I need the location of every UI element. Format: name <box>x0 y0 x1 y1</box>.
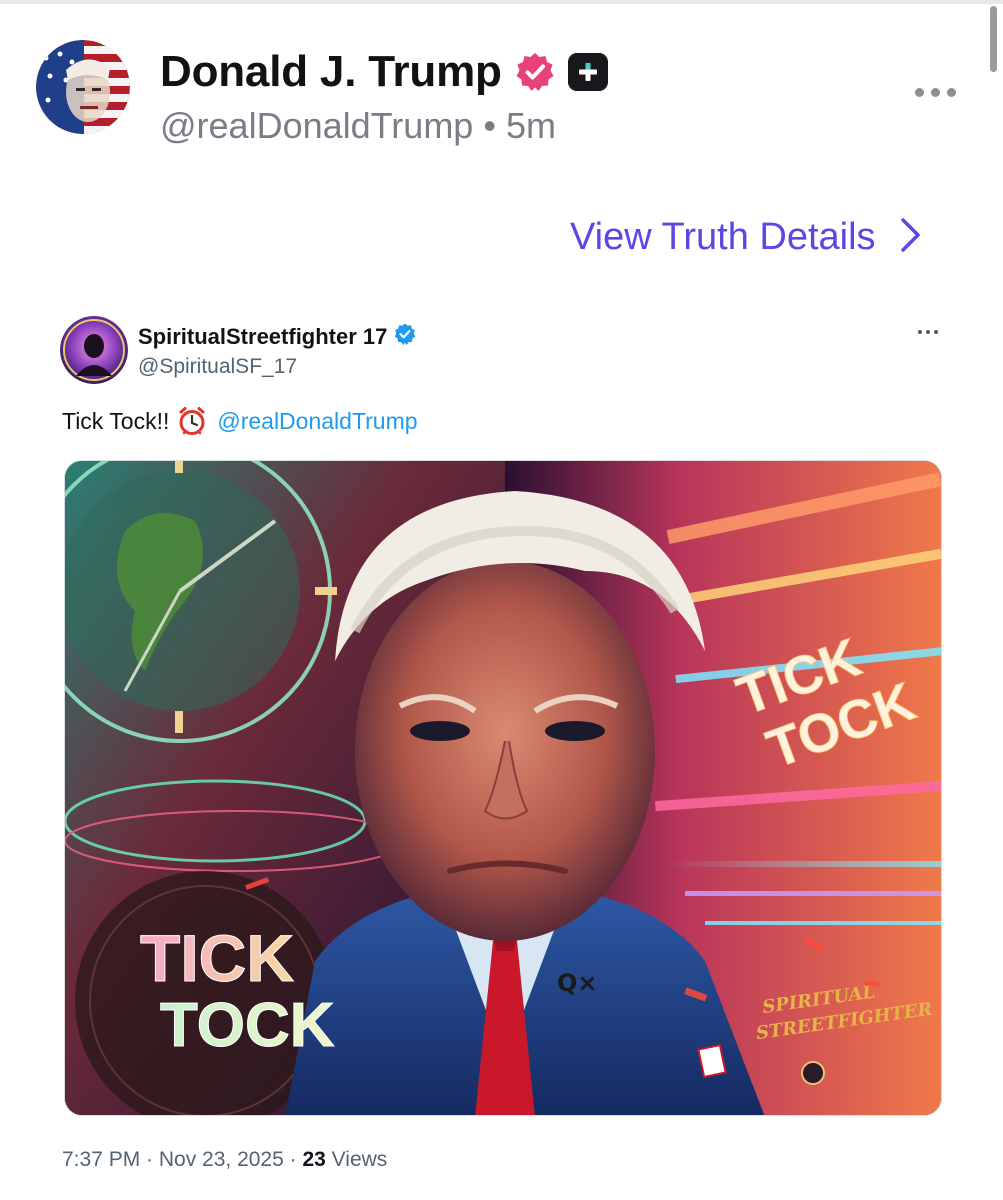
embedded-timestamp[interactable]: 7:37 PM · Nov 23, 2025 · <box>62 1148 297 1171</box>
embedded-handle[interactable]: @SpiritualSF_17 <box>138 354 297 380</box>
author-handle-row: @realDonaldTrump • 5m <box>160 104 556 148</box>
embedded-mention-link[interactable]: @realDonaldTrump <box>217 406 417 436</box>
views-label: Views <box>331 1148 388 1171</box>
alarm-clock-icon <box>177 406 207 436</box>
view-truth-details-link[interactable]: View Truth Details <box>570 214 922 260</box>
view-truth-details-label: View Truth Details <box>570 216 876 258</box>
embedded-text-body: Tick Tock!! <box>62 408 170 434</box>
embedded-display-name[interactable]: SpiritualStreetfighter 17 <box>138 323 387 351</box>
author-avatar[interactable] <box>36 40 130 134</box>
verified-badge-icon <box>514 51 556 93</box>
top-divider <box>0 0 1003 4</box>
truth-header: Donald J. Trump @realDonaldTrump • 5m <box>36 40 976 150</box>
embedded-post-text: Tick Tock!! @realDonaldTrump <box>62 406 418 436</box>
verified-check-icon <box>393 322 417 351</box>
image-tick-left: TICK <box>140 921 294 995</box>
embedded-more-icon[interactable] <box>918 330 938 334</box>
more-options-icon[interactable] <box>915 88 956 97</box>
separator-dot: • <box>483 105 496 146</box>
chevron-right-icon <box>900 217 922 258</box>
embedded-post: SpiritualStreetfighter 17 @SpiritualSF_1… <box>60 312 944 1182</box>
scrollbar[interactable] <box>990 6 997 72</box>
post-time-ago[interactable]: 5m <box>506 105 556 146</box>
image-collar-symbol: Q× <box>557 969 598 997</box>
views-count: 23 <box>302 1148 326 1171</box>
image-tock-left: TOCK <box>160 991 335 1060</box>
post-image[interactable]: TICK TOCK TICK TOCK Q× SPIRITUAL STREETF… <box>64 460 942 1116</box>
plus-badge-icon <box>567 53 608 91</box>
embedded-post-meta: 7:37 PM · Nov 23, 2025 · 23 Views <box>62 1146 387 1174</box>
embedded-author-avatar[interactable] <box>60 316 128 384</box>
author-handle[interactable]: @realDonaldTrump <box>160 105 473 146</box>
author-display-name[interactable]: Donald J. Trump <box>160 46 502 98</box>
